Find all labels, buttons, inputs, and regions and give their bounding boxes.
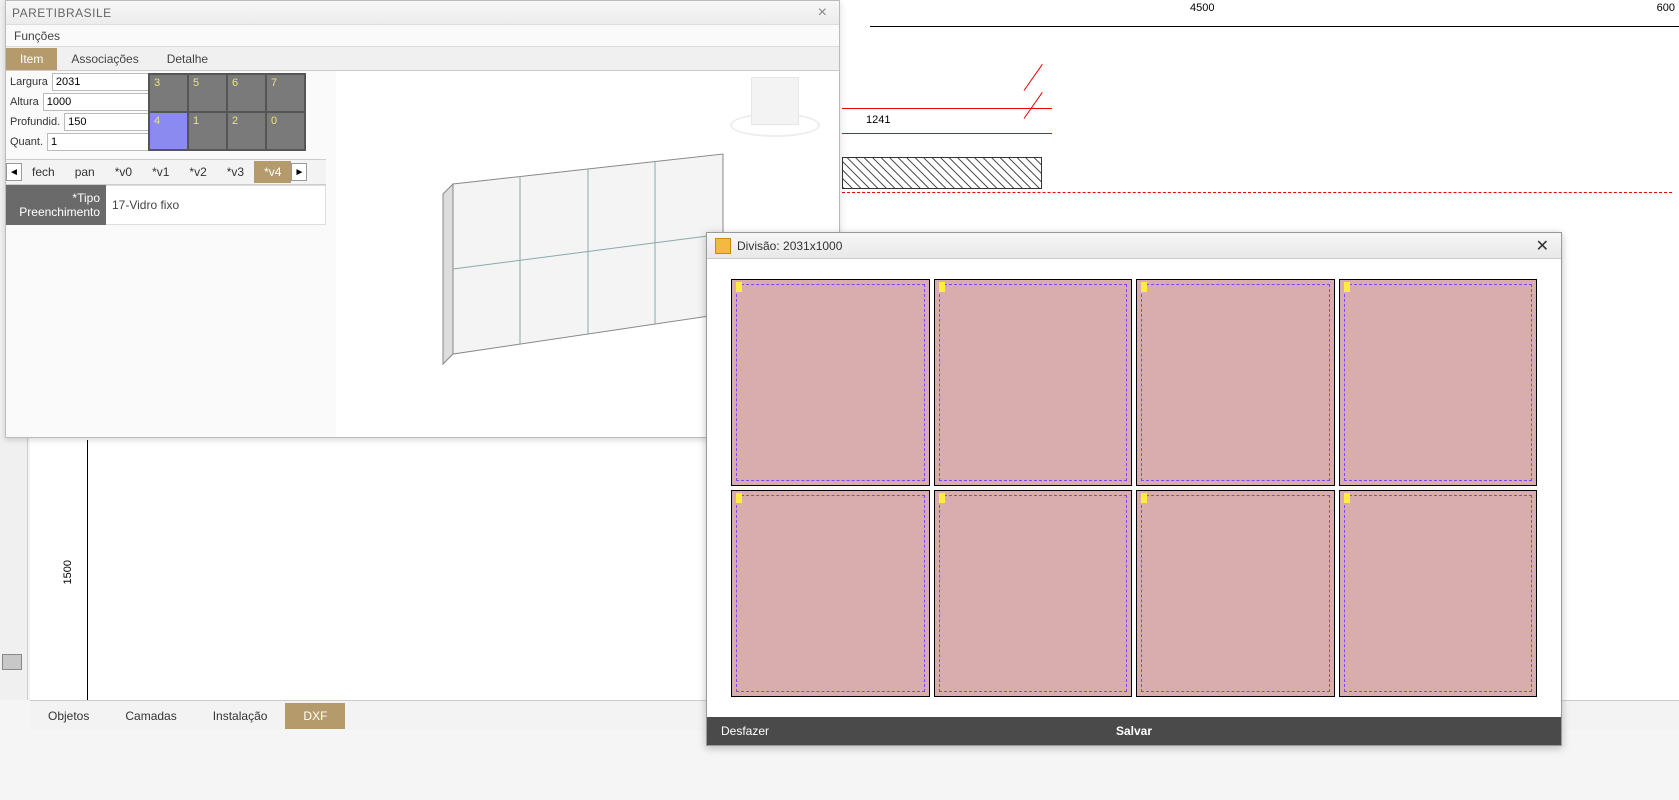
altura-label: Altura	[10, 96, 43, 108]
guideline	[842, 192, 1672, 193]
subtab-v3[interactable]: *v3	[217, 161, 254, 183]
subtab-v2[interactable]: *v2	[179, 161, 216, 183]
cube-icon	[751, 77, 799, 125]
tab-detalhe[interactable]: Detalhe	[153, 48, 222, 70]
subtab-v1[interactable]: *v1	[142, 161, 179, 183]
subtab-pan[interactable]: pan	[65, 161, 105, 183]
subtab-v0[interactable]: *v0	[105, 161, 142, 183]
grid-cell-0[interactable]: 0	[266, 112, 305, 150]
ruler-tick: 1500	[62, 560, 74, 584]
tab-objetos[interactable]: Objetos	[30, 703, 107, 729]
division-pane[interactable]	[1136, 490, 1335, 697]
titlebar[interactable]: PARETIBRASILE ×	[6, 1, 839, 25]
dim-line	[842, 108, 1052, 109]
menu-bar: Funções	[6, 25, 839, 47]
ruler-tick: 600	[1657, 2, 1675, 14]
window-title: PARETIBRASILE	[12, 6, 112, 20]
window-divisao: Divisão: 2031x1000 ✕ Desfazer Salvar	[706, 232, 1562, 746]
fill-type-value[interactable]: 17-Vidro fixo	[106, 185, 326, 225]
fill-type-row: *Tipo Preenchimento 17-Vidro fixo	[6, 185, 326, 225]
hatch-object[interactable]	[842, 157, 1042, 189]
orientation-widget[interactable]	[725, 77, 825, 157]
dim-value: 1241	[866, 114, 890, 126]
division-pane[interactable]	[731, 279, 930, 486]
dim-tick	[1024, 92, 1043, 119]
ruler-tick: 4500	[1190, 2, 1214, 14]
dim-line	[842, 133, 1052, 134]
grid-cell-4[interactable]: 4	[149, 112, 188, 150]
titlebar[interactable]: Divisão: 2031x1000 ✕	[707, 233, 1561, 259]
grid-cell-5[interactable]: 5	[188, 74, 227, 112]
grid-selector: 3 5 6 7 4 1 2 0	[148, 73, 306, 151]
ruler-left: 1500	[60, 440, 88, 700]
division-canvas[interactable]	[707, 259, 1561, 717]
fill-type-label: *Tipo Preenchimento	[6, 185, 106, 225]
scroll-right-icon[interactable]: ►	[291, 163, 307, 181]
panel-3d-icon	[423, 124, 753, 384]
scroll-left-icon[interactable]: ◄	[6, 163, 22, 181]
ruler-corner	[2, 654, 22, 670]
subtab-v4[interactable]: *v4	[254, 161, 291, 183]
division-pane[interactable]	[731, 490, 930, 697]
grid-cell-6[interactable]: 6	[227, 74, 266, 112]
grid-cell-3[interactable]: 3	[149, 74, 188, 112]
dimensions-panel: Largura Altura Profundid. Quant.	[10, 73, 144, 153]
close-icon[interactable]: ✕	[1532, 236, 1553, 256]
grid-cell-1[interactable]: 1	[188, 112, 227, 150]
dim-tick	[1024, 64, 1043, 91]
footer-bar: Desfazer Salvar	[707, 717, 1561, 745]
tab-camadas[interactable]: Camadas	[107, 703, 194, 729]
division-pane[interactable]	[934, 490, 1133, 697]
division-pane[interactable]	[1339, 490, 1538, 697]
grid-cell-7[interactable]: 7	[266, 74, 305, 112]
save-button[interactable]: Salvar	[1116, 724, 1152, 738]
division-grid	[731, 279, 1537, 697]
window-title: Divisão: 2031x1000	[737, 239, 842, 253]
division-pane[interactable]	[1136, 279, 1335, 486]
tab-instalacao[interactable]: Instalação	[195, 703, 286, 729]
sub-tabs: ◄ fech pan *v0 *v1 *v2 *v3 *v4 ►	[6, 159, 326, 185]
profundidade-label: Profundid.	[10, 116, 64, 128]
subtab-fech[interactable]: fech	[22, 161, 65, 183]
ruler-top: 4500 600	[870, 2, 1679, 27]
tab-associacoes[interactable]: Associações	[57, 48, 152, 70]
tab-dxf[interactable]: DXF	[285, 703, 345, 729]
menu-funcoes[interactable]: Funções	[14, 29, 60, 43]
division-pane[interactable]	[934, 279, 1133, 486]
quant-label: Quant.	[10, 136, 47, 148]
division-pane[interactable]	[1339, 279, 1538, 486]
close-icon[interactable]: ×	[812, 4, 833, 22]
main-tabs: Item Associações Detalhe	[6, 47, 839, 71]
app-icon	[715, 238, 731, 254]
grid-cell-2[interactable]: 2	[227, 112, 266, 150]
tab-item[interactable]: Item	[6, 48, 57, 70]
undo-button[interactable]: Desfazer	[721, 724, 769, 738]
largura-label: Largura	[10, 76, 52, 88]
